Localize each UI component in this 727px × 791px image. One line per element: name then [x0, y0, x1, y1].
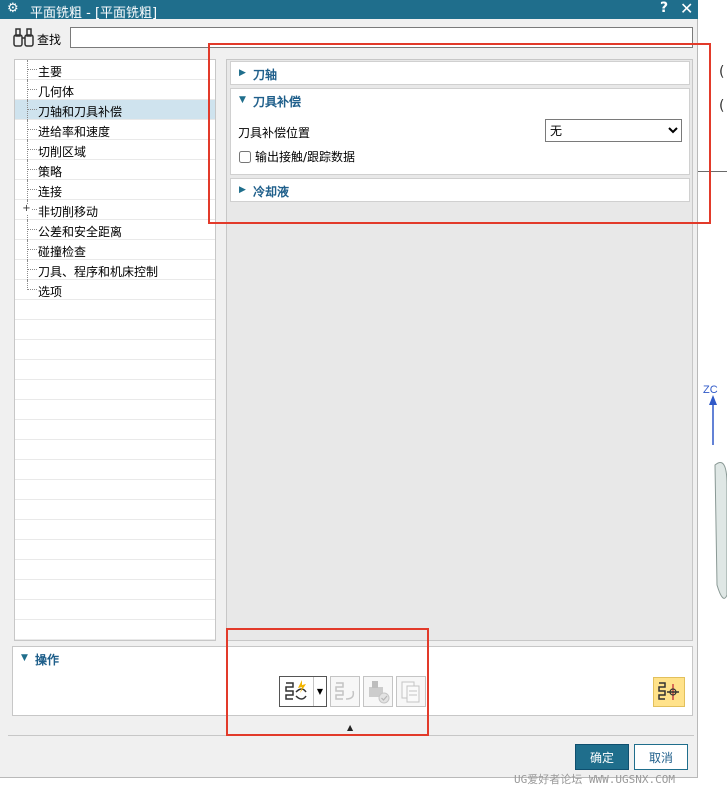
tree-empty-row	[15, 460, 215, 480]
tree-connector	[27, 189, 37, 190]
operations-title: 操作	[35, 653, 60, 667]
tree-empty-row	[15, 480, 215, 500]
tree-empty-row	[15, 300, 215, 320]
tree-item[interactable]: 策略	[15, 160, 215, 180]
tree-item[interactable]: 进给率和速度	[15, 120, 215, 140]
tree-connector	[27, 109, 37, 110]
help-button[interactable]: ?	[660, 0, 668, 16]
tree-item-label: 选项	[38, 285, 63, 299]
tree-empty-row	[15, 320, 215, 340]
tree-item-label: 刀轴和刀具补偿	[38, 105, 123, 119]
tree-connector	[27, 249, 37, 250]
tree-empty-row	[15, 380, 215, 400]
tree-empty-row	[15, 340, 215, 360]
cancel-button[interactable]: 取消	[634, 744, 688, 770]
annotation-box-operations	[226, 628, 429, 736]
display-resource-button[interactable]	[653, 677, 685, 707]
annotation-box-panel	[208, 43, 711, 224]
tree-item-label: 切削区域	[38, 145, 87, 159]
tree-empty-row	[15, 420, 215, 440]
tree-empty-row	[15, 580, 215, 600]
tree-item[interactable]: 选项	[15, 280, 215, 300]
tree-item-label: 几何体	[38, 85, 75, 99]
tree-item[interactable]: 主要	[15, 60, 215, 80]
tree-item-label: 连接	[38, 185, 63, 199]
tree-item-label: 非切削移动	[38, 205, 99, 219]
tree-item-label: 碰撞检查	[38, 245, 87, 259]
tree-item[interactable]: + 非切削移动	[15, 200, 215, 220]
tree-connector	[27, 60, 28, 80]
tree-item-label: 主要	[38, 65, 63, 79]
watermark: UG爱好者论坛 WWW.UGSNX.COM	[514, 773, 675, 786]
tree-empty-row	[15, 440, 215, 460]
close-button[interactable]: ✕	[680, 0, 693, 18]
tree-item[interactable]: 几何体	[15, 80, 215, 100]
background-paren-2: (	[719, 98, 725, 114]
tree-item[interactable]: 刀轴和刀具补偿	[15, 100, 215, 120]
tree-connector	[27, 69, 37, 70]
gear-icon: ⚙	[7, 1, 19, 16]
tree-connector	[27, 129, 37, 130]
tree-connector	[27, 160, 28, 180]
tree-empty-row	[15, 500, 215, 520]
tree-empty-row	[15, 560, 215, 580]
navigation-tree: 主要几何体刀轴和刀具补偿 进给率和速度 切削区域策略连接 + 非切削移动公差和安全距离碰…	[14, 59, 216, 641]
ok-button[interactable]: 确定	[575, 744, 629, 770]
tree-empty-row	[15, 540, 215, 560]
find-label: 查找	[37, 33, 62, 47]
binoculars-icon	[13, 28, 34, 47]
tree-item-label: 策略	[38, 165, 63, 179]
tree-connector	[27, 120, 28, 140]
tree-item-label: 刀具、程序和机床控制	[38, 265, 159, 279]
tree-connector	[27, 140, 28, 160]
tree-empty-row	[15, 360, 215, 380]
tree-connector	[27, 149, 37, 150]
tree-connector	[27, 269, 37, 270]
tree-item[interactable]: 公差和安全距离	[15, 220, 215, 240]
tree-connector	[27, 80, 28, 100]
expand-plus-icon[interactable]: +	[21, 204, 32, 215]
tree-connector	[27, 289, 37, 290]
tree-empty-row	[15, 400, 215, 420]
tree-item[interactable]: 切削区域	[15, 140, 215, 160]
tree-connector	[27, 260, 28, 280]
tree-connector	[27, 220, 28, 240]
tree-empty-row	[15, 620, 215, 640]
tree-connector	[27, 240, 28, 260]
display-resource-icon	[658, 682, 679, 700]
tree-connector	[27, 89, 37, 90]
tree-empty-row	[15, 520, 215, 540]
tree-item-label: 公差和安全距离	[38, 225, 123, 239]
tree-empty-row	[15, 640, 215, 641]
cad-part-graphic	[709, 395, 727, 599]
tree-item[interactable]: 碰撞检查	[15, 240, 215, 260]
tree-connector	[27, 229, 37, 230]
tree-connector	[27, 180, 28, 200]
tree-empty-row	[15, 600, 215, 620]
window-title: 平面铣粗 - [平面铣粗]	[30, 6, 158, 21]
tree-connector	[27, 100, 28, 120]
title-bar[interactable]: ⚙ 平面铣粗 - [平面铣粗] ? ✕	[0, 0, 698, 21]
collapse-arrow-icon: ▼	[21, 653, 28, 663]
tree-item[interactable]: 连接	[15, 180, 215, 200]
tree-connector	[27, 169, 37, 170]
background-paren-1: (	[719, 64, 725, 80]
tree-item[interactable]: 刀具、程序和机床控制	[15, 260, 215, 280]
tree-item-label: 进给率和速度	[38, 125, 111, 139]
